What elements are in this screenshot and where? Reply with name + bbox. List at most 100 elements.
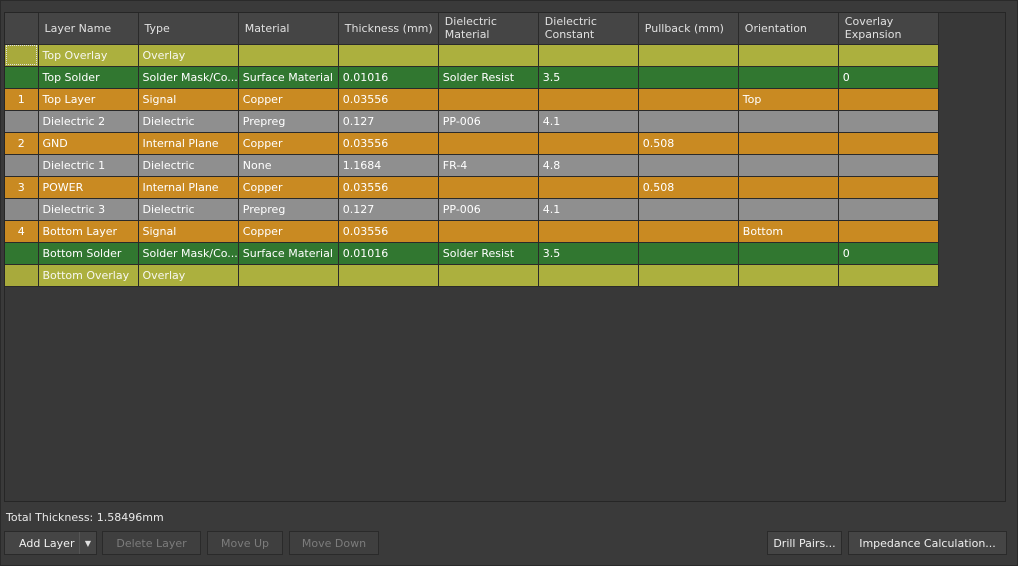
thickness-cell[interactable]: 0.03556	[338, 220, 439, 243]
dielectric-constant-cell[interactable]	[538, 264, 639, 287]
dielectric-material-cell[interactable]	[438, 176, 539, 199]
move-down-button[interactable]: Move Down	[289, 531, 379, 555]
thickness-cell[interactable]	[338, 264, 439, 287]
column-header-index[interactable]	[5, 13, 39, 45]
layer-name-cell[interactable]: Dielectric 3	[38, 198, 139, 221]
delete-layer-button[interactable]: Delete Layer	[102, 531, 201, 555]
orientation-cell[interactable]	[738, 198, 839, 221]
move-up-button[interactable]: Move Up	[207, 531, 283, 555]
dielectric-constant-cell[interactable]	[538, 220, 639, 243]
dielectric-constant-cell[interactable]	[538, 44, 639, 67]
layer-name-cell[interactable]: Dielectric 2	[38, 110, 139, 133]
table-row[interactable]: 4 Bottom Layer Signal Copper 0.03556 Bottom	[5, 220, 939, 243]
orientation-cell[interactable]: Top	[738, 88, 839, 111]
add-layer-button[interactable]: Add Layer ▼	[4, 531, 97, 555]
dielectric-material-cell[interactable]: Solder Resist	[438, 242, 539, 265]
coverlay-expansion-cell[interactable]	[838, 44, 939, 67]
table-row[interactable]: Dielectric 3 Dielectric Prepreg 0.127 PP-006…	[5, 198, 939, 221]
layer-number-cell[interactable]	[5, 110, 39, 133]
thickness-cell[interactable]: 0.127	[338, 110, 439, 133]
coverlay-expansion-cell[interactable]	[838, 110, 939, 133]
thickness-cell[interactable]: 0.127	[338, 198, 439, 221]
orientation-cell[interactable]	[738, 66, 839, 89]
column-header-pullback[interactable]: Pullback (mm)	[638, 13, 739, 45]
coverlay-expansion-cell[interactable]	[838, 264, 939, 287]
column-header-material[interactable]: Material	[238, 13, 339, 45]
layer-type-cell[interactable]: Dielectric	[138, 110, 239, 133]
layer-name-cell[interactable]: GND	[38, 132, 139, 155]
dielectric-material-cell[interactable]	[438, 220, 539, 243]
pullback-cell[interactable]	[638, 88, 739, 111]
dielectric-material-cell[interactable]	[438, 44, 539, 67]
dielectric-material-cell[interactable]: FR-4	[438, 154, 539, 177]
dielectric-constant-cell[interactable]	[538, 88, 639, 111]
material-cell[interactable]: Copper	[238, 176, 339, 199]
pullback-cell[interactable]	[638, 220, 739, 243]
layer-type-cell[interactable]: Dielectric	[138, 198, 239, 221]
dielectric-material-cell[interactable]: PP-006	[438, 110, 539, 133]
coverlay-expansion-cell[interactable]	[838, 220, 939, 243]
dielectric-constant-cell[interactable]	[538, 132, 639, 155]
pullback-cell[interactable]	[638, 44, 739, 67]
layer-name-cell[interactable]: Bottom Solder	[38, 242, 139, 265]
material-cell[interactable]: Surface Material	[238, 242, 339, 265]
material-cell[interactable]: Copper	[238, 88, 339, 111]
pullback-cell[interactable]	[638, 66, 739, 89]
dielectric-material-cell[interactable]: PP-006	[438, 198, 539, 221]
coverlay-expansion-cell[interactable]: 0	[838, 242, 939, 265]
layer-number-cell[interactable]: 2	[5, 132, 39, 155]
layer-number-cell[interactable]: 1	[5, 88, 39, 111]
orientation-cell[interactable]	[738, 242, 839, 265]
thickness-cell[interactable]: 0.01016	[338, 66, 439, 89]
orientation-cell[interactable]: Bottom	[738, 220, 839, 243]
dielectric-constant-cell[interactable]: 3.5	[538, 242, 639, 265]
column-header-coverlay-expansion[interactable]: Coverlay Expansion	[838, 13, 939, 45]
layer-number-cell[interactable]	[5, 198, 39, 221]
column-header-layer-name[interactable]: Layer Name	[38, 13, 139, 45]
material-cell[interactable]: Copper	[238, 132, 339, 155]
layer-name-cell[interactable]: Top Overlay	[38, 44, 139, 67]
pullback-cell[interactable]: 0.508	[638, 132, 739, 155]
orientation-cell[interactable]	[738, 154, 839, 177]
layer-type-cell[interactable]: Internal Plane	[138, 132, 239, 155]
column-header-dielectric-constant[interactable]: Dielectric Constant	[538, 13, 639, 45]
layer-name-cell[interactable]: Bottom Layer	[38, 220, 139, 243]
layer-name-cell[interactable]: Bottom Overlay	[38, 264, 139, 287]
pullback-cell[interactable]	[638, 198, 739, 221]
dielectric-constant-cell[interactable]: 4.1	[538, 198, 639, 221]
layer-type-cell[interactable]: Internal Plane	[138, 176, 239, 199]
orientation-cell[interactable]	[738, 44, 839, 67]
table-row[interactable]: 3 POWER Internal Plane Copper 0.03556 0.508	[5, 176, 939, 199]
layer-number-cell[interactable]	[5, 154, 39, 177]
column-header-orientation[interactable]: Orientation	[738, 13, 839, 45]
material-cell[interactable]: Surface Material	[238, 66, 339, 89]
coverlay-expansion-cell[interactable]	[838, 132, 939, 155]
impedance-calculation-button[interactable]: Impedance Calculation...	[848, 531, 1007, 555]
layer-type-cell[interactable]: Overlay	[138, 264, 239, 287]
layer-type-cell[interactable]: Signal	[138, 220, 239, 243]
dielectric-material-cell[interactable]	[438, 264, 539, 287]
drill-pairs-button[interactable]: Drill Pairs...	[767, 531, 842, 555]
thickness-cell[interactable]: 0.03556	[338, 132, 439, 155]
table-row[interactable]: Bottom Overlay Overlay	[5, 264, 939, 287]
table-row[interactable]: Top Overlay Overlay	[5, 44, 939, 67]
layer-type-cell[interactable]: Signal	[138, 88, 239, 111]
orientation-cell[interactable]	[738, 132, 839, 155]
pullback-cell[interactable]	[638, 242, 739, 265]
layer-name-cell[interactable]: Top Layer	[38, 88, 139, 111]
layer-number-cell[interactable]	[5, 242, 39, 265]
material-cell[interactable]: Copper	[238, 220, 339, 243]
chevron-down-icon[interactable]: ▼	[79, 532, 96, 554]
coverlay-expansion-cell[interactable]	[838, 88, 939, 111]
coverlay-expansion-cell[interactable]: 0	[838, 66, 939, 89]
dielectric-constant-cell[interactable]: 4.1	[538, 110, 639, 133]
thickness-cell[interactable]	[338, 44, 439, 67]
column-header-thickness[interactable]: Thickness (mm)	[338, 13, 439, 45]
dielectric-material-cell[interactable]	[438, 132, 539, 155]
layer-number-cell[interactable]	[5, 44, 39, 67]
dielectric-constant-cell[interactable]	[538, 176, 639, 199]
pullback-cell[interactable]	[638, 110, 739, 133]
coverlay-expansion-cell[interactable]	[838, 154, 939, 177]
material-cell[interactable]: Prepreg	[238, 110, 339, 133]
layer-type-cell[interactable]: Solder Mask/Co...	[138, 66, 239, 89]
